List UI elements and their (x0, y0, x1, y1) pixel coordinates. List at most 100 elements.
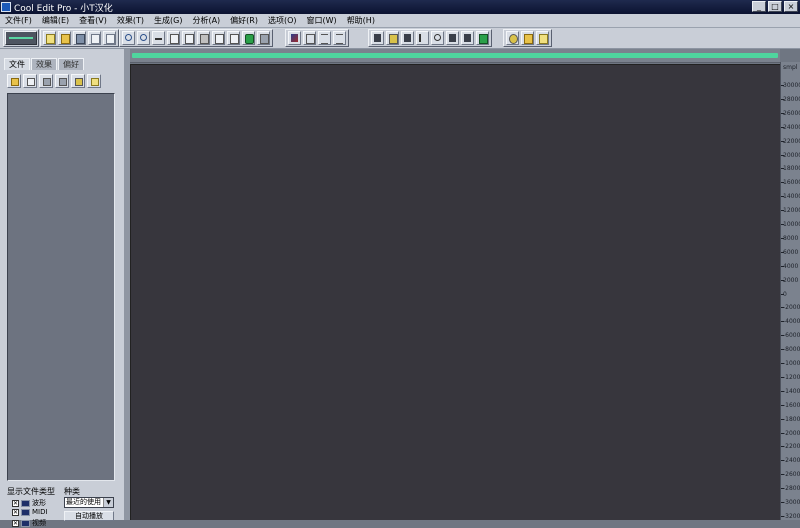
ruler-tick-label: 8000 (783, 234, 799, 242)
maximize-button[interactable]: □ (768, 1, 782, 12)
ruler-tick-label: 22000 (783, 137, 800, 145)
loop-icon[interactable] (303, 31, 316, 45)
tab-effects[interactable]: 效果 (31, 58, 57, 70)
cue-list-icon[interactable] (318, 31, 331, 45)
help-icon[interactable] (536, 31, 549, 45)
frequency-icon[interactable] (386, 31, 399, 45)
overview-range[interactable] (132, 53, 778, 58)
minimize-button[interactable]: _ (752, 1, 766, 12)
app-icon[interactable] (1, 2, 11, 12)
ruler-tick: -30000 (781, 499, 800, 507)
horizontal-icon[interactable] (371, 31, 384, 45)
organizer-tabs: 文件 效果 偏好 (4, 58, 85, 70)
waveform-icon[interactable] (401, 31, 414, 45)
sort-select[interactable]: 最近的使用 ▼ (64, 497, 114, 508)
cd-icon[interactable] (506, 31, 519, 45)
menu-edit[interactable]: 编辑(E) (37, 14, 74, 27)
track-properties-icon[interactable] (431, 31, 444, 45)
type-video-checkbox[interactable]: ✕ (12, 519, 19, 527)
ruler-tick: 22000 (781, 138, 800, 146)
trim-icon[interactable] (197, 31, 210, 45)
waveform-display[interactable] (130, 64, 780, 520)
ruler-tick: 14000 (781, 193, 800, 201)
show-file-types-label: 显示文件类型 (7, 487, 55, 496)
new-file-icon[interactable] (43, 31, 56, 45)
organizer-buttons (7, 74, 101, 88)
save-icon[interactable] (73, 31, 86, 45)
menu-favorites[interactable]: 偏好(R) (225, 14, 263, 27)
menu-window[interactable]: 窗口(W) (302, 14, 342, 27)
sort-value: 最近的使用 (66, 498, 101, 506)
type-midi-label: MIDI (32, 508, 48, 516)
wave-multitrack-toggle-icon[interactable] (5, 31, 37, 45)
amplitude-ruler: smpl 30000280002600024000220002000018000… (780, 62, 800, 520)
ruler-tick-label: -8000 (783, 346, 800, 354)
menu-view[interactable]: 查看(V) (74, 14, 112, 27)
ruler-tick-label: -6000 (783, 332, 800, 340)
tab-files[interactable]: 文件 (4, 58, 30, 70)
save-as-icon[interactable] (88, 31, 101, 45)
type-midi-checkbox[interactable]: ✕ (12, 508, 19, 516)
file-list[interactable] (7, 93, 115, 481)
ruler-tick-label: -24000 (783, 457, 800, 465)
ruler-tick: -10000 (781, 360, 800, 368)
menu-file[interactable]: 文件(F) (0, 14, 37, 27)
undo-icon[interactable] (122, 31, 135, 45)
paste-icon[interactable] (182, 31, 195, 45)
spectral-view-icon[interactable] (288, 31, 301, 45)
insert-icon[interactable] (55, 74, 69, 88)
cut-icon[interactable] (152, 31, 165, 45)
chevron-down-icon[interactable]: ▼ (103, 498, 113, 507)
import-icon[interactable] (23, 74, 37, 88)
settings-icon[interactable] (476, 31, 489, 45)
menu-options[interactable]: 选项(O) (263, 14, 302, 27)
video-type-icon (21, 519, 30, 527)
paste-new-icon[interactable] (227, 31, 240, 45)
mixer-icon[interactable] (446, 31, 459, 45)
help-icon[interactable] (87, 74, 101, 88)
menu-help[interactable]: 帮助(H) (342, 14, 380, 27)
type-midi-row[interactable]: ✕ MIDI (12, 508, 48, 516)
ruler-tick-label: -20000 (783, 429, 800, 437)
notes-icon[interactable] (521, 31, 534, 45)
close-button[interactable]: × (784, 1, 798, 12)
tab-favorites[interactable]: 偏好 (58, 58, 84, 70)
toolbar-group-edit (119, 29, 273, 47)
ruler-tick-label: 16000 (783, 179, 800, 187)
ruler-tick-label: 10000 (783, 221, 800, 228)
ruler-tick: -26000 (781, 471, 800, 479)
edit-icon[interactable] (71, 74, 85, 88)
ruler-tick-label: -14000 (783, 387, 800, 395)
redo-icon[interactable] (137, 31, 150, 45)
envelope-icon[interactable] (416, 31, 429, 45)
ruler-tick-label: -30000 (783, 499, 800, 506)
ruler-tick: -20000 (781, 430, 800, 438)
menu-generate[interactable]: 生成(G) (149, 14, 187, 27)
ruler-tick-label: -4000 (783, 318, 800, 326)
close-file-icon[interactable] (103, 31, 116, 45)
ruler-tick-label: 18000 (783, 165, 800, 173)
menu-effects[interactable]: 效果(T) (112, 14, 149, 27)
play-list-icon[interactable] (333, 31, 346, 45)
type-wave-row[interactable]: ✕ 波形 (12, 498, 46, 508)
mix-paste-icon[interactable] (212, 31, 225, 45)
toolbar-group-mode (3, 29, 39, 47)
close-icon[interactable] (39, 74, 53, 88)
menu-analyze[interactable]: 分析(A) (187, 14, 225, 27)
copy-icon[interactable] (167, 31, 180, 45)
ruler-tick-label: 30000 (783, 82, 800, 89)
open-folder-icon[interactable] (58, 31, 71, 45)
ruler-tick: 16000 (781, 179, 800, 187)
open-file-icon[interactable] (7, 74, 21, 88)
type-wave-checkbox[interactable]: ✕ (12, 499, 19, 507)
ruler-tick: 12000 (781, 207, 800, 215)
record-enable-icon[interactable] (242, 31, 255, 45)
ruler-tick-label: -28000 (783, 485, 800, 493)
mono-icon[interactable] (257, 31, 270, 45)
ruler-tick-label: 12000 (783, 207, 800, 215)
overview-bar[interactable] (130, 49, 780, 63)
ruler-tick: -12000 (781, 374, 800, 382)
playlist-icon[interactable] (461, 31, 474, 45)
ruler-tick: -24000 (781, 457, 800, 465)
ruler-tick: 26000 (781, 110, 800, 118)
